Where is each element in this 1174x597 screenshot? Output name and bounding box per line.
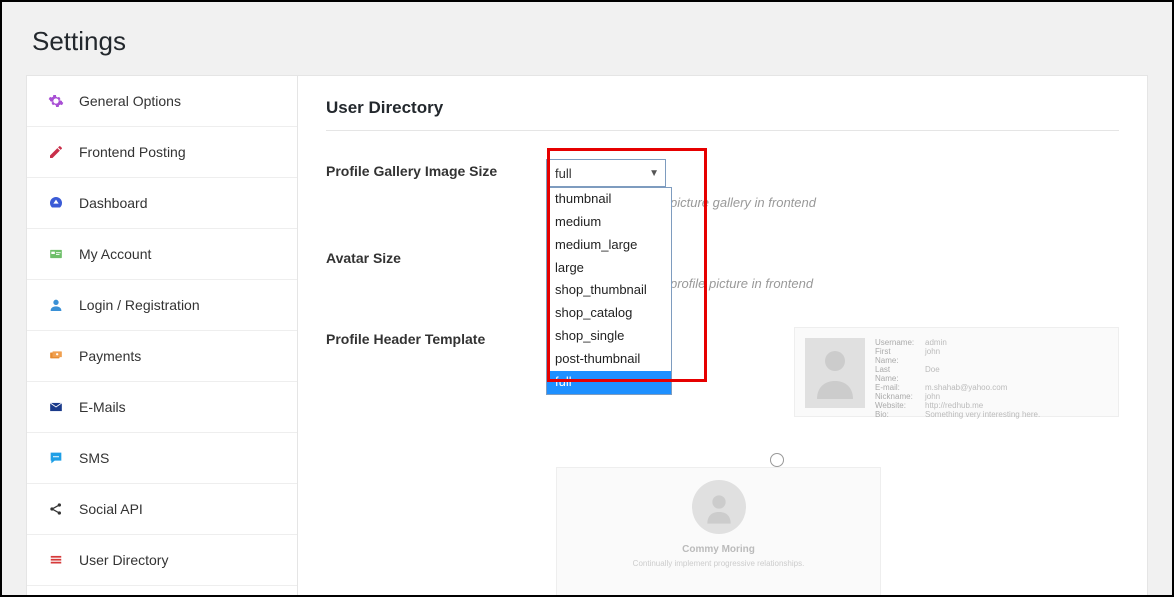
pencil-icon: [45, 143, 67, 161]
option-shop-single[interactable]: shop_single: [547, 325, 671, 348]
sidebar-item-label: My Account: [79, 246, 151, 262]
sidebar-item-user-directory[interactable]: User Directory: [27, 535, 297, 586]
help-text-avatar: profile picture in frontend: [670, 276, 1119, 291]
sidebar-item-label: SMS: [79, 450, 109, 466]
sidebar-item-payments[interactable]: Payments: [27, 331, 297, 382]
template2-avatar-placeholder: [692, 480, 746, 534]
sidebar: General Options Frontend Posting Dashboa…: [26, 75, 298, 597]
label-profile-header-template: Profile Header Template: [326, 327, 546, 347]
label-profile-gallery-image-size: Profile Gallery Image Size: [326, 159, 546, 179]
speedometer-icon: [45, 194, 67, 212]
dropdown-profile-gallery-image-size[interactable]: thumbnail medium medium_large large shop…: [546, 187, 672, 395]
sidebar-item-my-account[interactable]: My Account: [27, 229, 297, 280]
sidebar-item-label: User Directory: [79, 552, 168, 568]
gear-icon: [45, 92, 67, 110]
list-icon: [45, 551, 67, 569]
envelope-icon: [45, 398, 67, 416]
id-card-icon: [45, 245, 67, 263]
template-preview-1[interactable]: Username:admin First Name:john Last Name…: [794, 327, 1119, 417]
sidebar-item-label: Dashboard: [79, 195, 148, 211]
sidebar-item-label: General Options: [79, 93, 181, 109]
template-info-list: Username:admin First Name:john Last Name…: [875, 338, 1108, 406]
sidebar-item-dashboard[interactable]: Dashboard: [27, 178, 297, 229]
radio-template-2[interactable]: [770, 453, 784, 467]
money-icon: [45, 347, 67, 365]
sidebar-item-frontend-posting[interactable]: Frontend Posting: [27, 127, 297, 178]
option-medium-large[interactable]: medium_large: [547, 234, 671, 257]
option-thumbnail[interactable]: thumbnail: [547, 188, 671, 211]
page-title: Settings: [2, 2, 1172, 75]
option-medium[interactable]: medium: [547, 211, 671, 234]
option-large[interactable]: large: [547, 257, 671, 280]
select-value: full: [555, 166, 572, 181]
option-shop-thumbnail[interactable]: shop_thumbnail: [547, 279, 671, 302]
template2-desc: Continually implement progressive relati…: [557, 559, 880, 568]
template2-name: Commy Moring: [557, 544, 880, 555]
chat-bubble-icon: [45, 449, 67, 467]
sidebar-item-sms[interactable]: SMS: [27, 433, 297, 484]
sidebar-item-general-options[interactable]: General Options: [27, 76, 297, 127]
sidebar-item-label: Frontend Posting: [79, 144, 186, 160]
sidebar-item-login-registration[interactable]: Login / Registration: [27, 280, 297, 331]
template-preview-2[interactable]: Commy Moring Continually implement progr…: [556, 467, 881, 597]
share-icon: [45, 500, 67, 518]
option-post-thumbnail[interactable]: post-thumbnail: [547, 348, 671, 371]
sidebar-item-label: E-Mails: [79, 399, 126, 415]
section-title: User Directory: [326, 98, 1119, 131]
user-icon: [45, 296, 67, 314]
select-profile-gallery-image-size[interactable]: full ▼: [546, 159, 666, 187]
option-shop-catalog[interactable]: shop_catalog: [547, 302, 671, 325]
option-full[interactable]: full: [547, 371, 671, 394]
label-avatar-size: Avatar Size: [326, 246, 546, 266]
sidebar-item-emails[interactable]: E-Mails: [27, 382, 297, 433]
help-text-gallery: picture gallery in frontend: [670, 195, 1119, 210]
chevron-down-icon: ▼: [649, 168, 659, 179]
main-panel: User Directory Profile Gallery Image Siz…: [298, 75, 1148, 597]
sidebar-item-label: Social API: [79, 501, 143, 517]
template-avatar-placeholder: [805, 338, 865, 408]
sidebar-item-label: Payments: [79, 348, 141, 364]
sidebar-item-social-api[interactable]: Social API: [27, 484, 297, 535]
sidebar-item-label: Login / Registration: [79, 297, 200, 313]
